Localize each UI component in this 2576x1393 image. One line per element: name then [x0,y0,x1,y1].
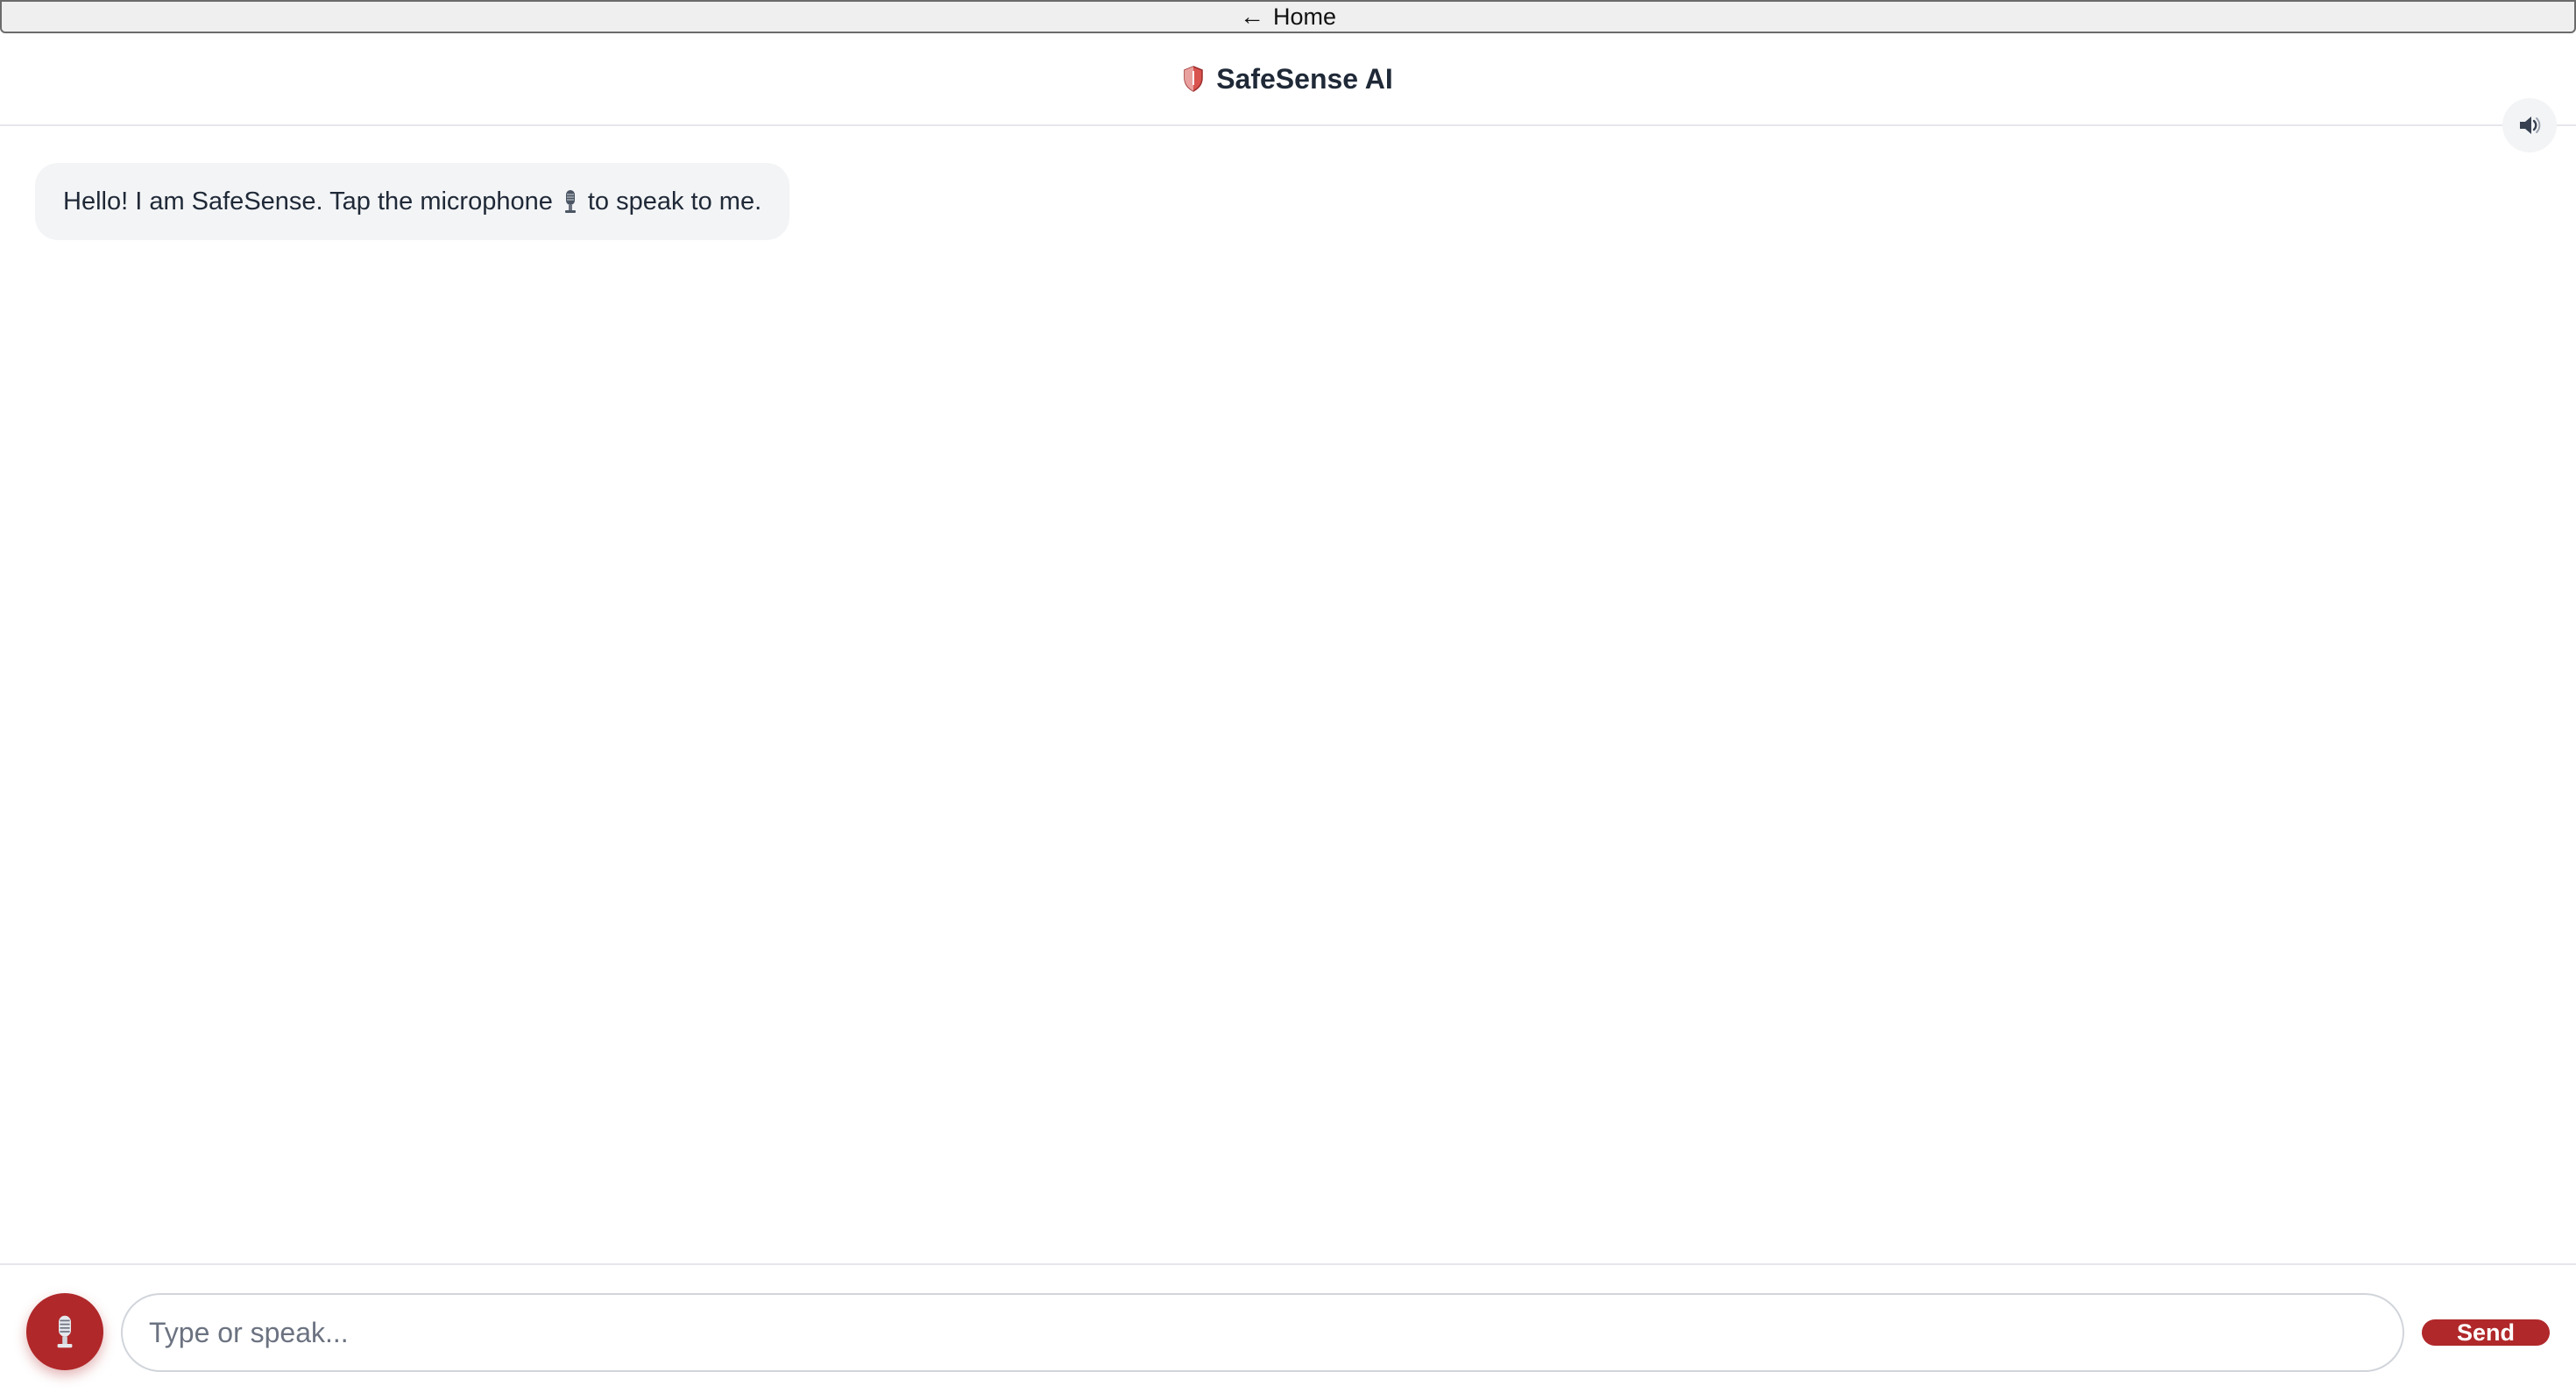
back-arrow-icon: ← [1239,3,1264,30]
chat-area: Hello! I am SafeSense. Tap the microphon… [0,128,2576,1263]
assistant-message-bubble: Hello! I am SafeSense. Tap the microphon… [35,163,790,240]
shield-icon [1184,66,1203,92]
home-label: Home [1272,3,1337,30]
home-button[interactable]: ← Home [0,0,2576,33]
microphone-icon [564,190,576,213]
app-window: ← Home SafeSense AI Hello! I am SafeSens… [0,0,2576,1393]
message-input[interactable] [121,1293,2404,1372]
input-bar: Send [0,1263,2576,1393]
microphone-icon [57,1315,73,1348]
message-text-before: Hello! I am SafeSense. Tap the microphon… [63,187,553,216]
microphone-button[interactable] [26,1293,103,1370]
send-button[interactable]: Send [2422,1319,2550,1346]
message-text-after: to speak to me. [587,187,762,216]
app-header: SafeSense AI [0,33,2576,126]
page-title: SafeSense AI [1216,62,1393,95]
